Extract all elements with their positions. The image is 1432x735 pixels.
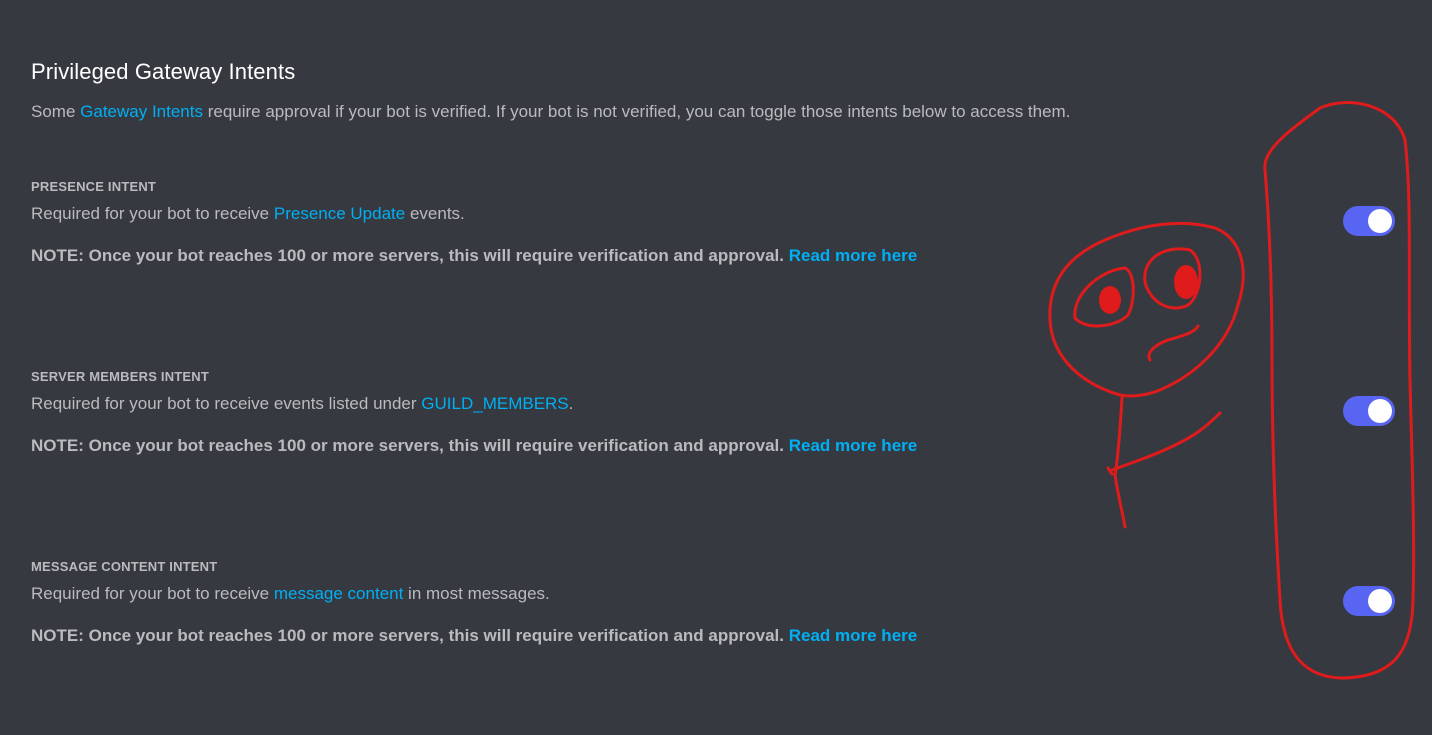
read-more-link[interactable]: Read more here: [789, 246, 918, 265]
intent-title: SERVER MEMBERS INTENT: [31, 369, 210, 384]
intent-description: Required for your bot to receive events …: [31, 394, 573, 414]
desc-prefix: Required for your bot to receive: [31, 584, 274, 603]
intent-server-members: SERVER MEMBERS INTENT Required for your …: [31, 369, 1411, 479]
intent-message-content: MESSAGE CONTENT INTENT Required for your…: [31, 559, 1411, 669]
desc-suffix: in most messages.: [403, 584, 550, 603]
desc-suffix: events.: [405, 204, 465, 223]
toggle-knob: [1368, 589, 1392, 613]
intent-presence: PRESENCE INTENT Required for your bot to…: [31, 179, 1411, 289]
desc-prefix: Required for your bot to receive events …: [31, 394, 422, 413]
note-text: NOTE: Once your bot reaches 100 or more …: [31, 626, 784, 645]
message-content-link[interactable]: message content: [274, 584, 403, 603]
guild-members-link[interactable]: GUILD_MEMBERS: [421, 394, 568, 413]
server-members-intent-toggle[interactable]: [1343, 396, 1395, 426]
presence-intent-toggle[interactable]: [1343, 206, 1395, 236]
mouth: [1147, 324, 1200, 362]
desc-prefix: Required for your bot to receive: [31, 204, 274, 223]
page-subtitle: Some Gateway Intents require approval if…: [31, 102, 1070, 122]
read-more-link[interactable]: Read more here: [789, 436, 918, 455]
note-text: NOTE: Once your bot reaches 100 or more …: [31, 246, 784, 265]
subtitle-prefix: Some: [31, 102, 81, 121]
message-content-intent-toggle[interactable]: [1343, 586, 1395, 616]
intent-note: NOTE: Once your bot reaches 100 or more …: [31, 626, 917, 646]
toggle-knob: [1368, 209, 1392, 233]
note-text: NOTE: Once your bot reaches 100 or more …: [31, 436, 784, 455]
intent-title: MESSAGE CONTENT INTENT: [31, 559, 218, 574]
page-title: Privileged Gateway Intents: [31, 59, 296, 84]
intent-note: NOTE: Once your bot reaches 100 or more …: [31, 246, 917, 266]
intent-description: Required for your bot to receive message…: [31, 584, 550, 604]
read-more-link[interactable]: Read more here: [789, 626, 918, 645]
intent-description: Required for your bot to receive Presenc…: [31, 204, 465, 224]
left-pupil: [1099, 286, 1121, 314]
intent-note: NOTE: Once your bot reaches 100 or more …: [31, 436, 917, 456]
toggle-knob: [1368, 399, 1392, 423]
desc-suffix: .: [568, 394, 574, 413]
gateway-intents-link[interactable]: Gateway Intents: [80, 102, 203, 121]
presence-update-link[interactable]: Presence Update: [274, 204, 405, 223]
intent-title: PRESENCE INTENT: [31, 179, 157, 194]
subtitle-suffix: require approval if your bot is verified…: [202, 102, 1071, 121]
